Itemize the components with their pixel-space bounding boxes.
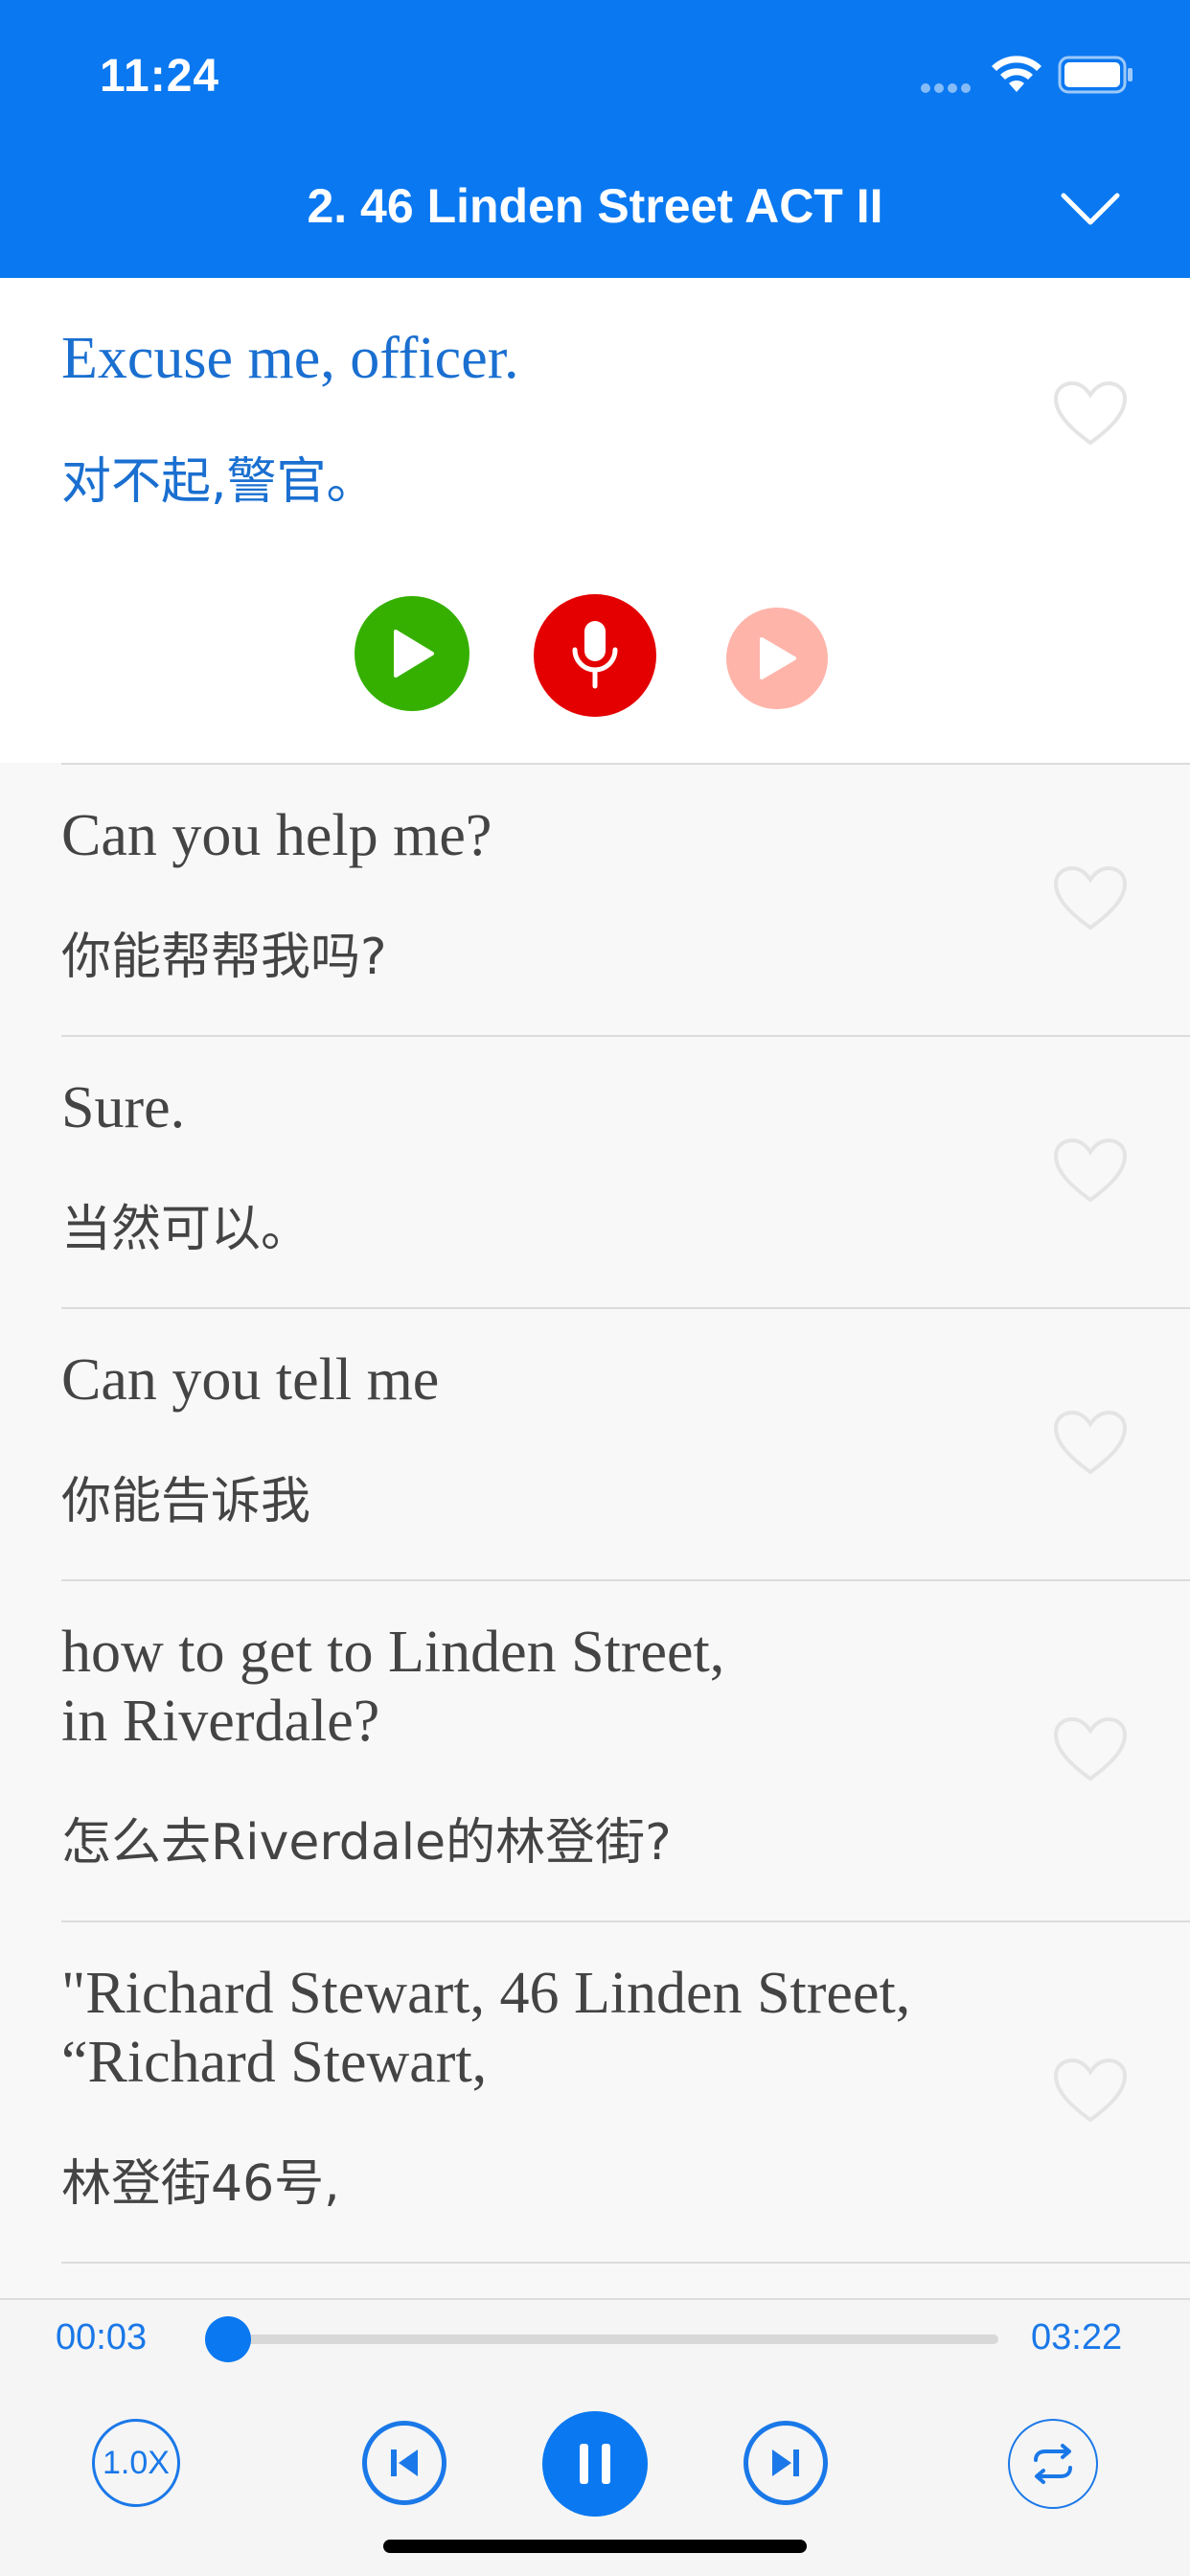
sentence-chinese: 你能帮帮我吗? [61,929,387,986]
repeat-button[interactable] [1008,2419,1098,2509]
sentence-english: Sure. [61,1075,186,1140]
pause-button[interactable] [542,2411,648,2517]
play-recording-button[interactable] [726,608,828,709]
favorite-heart-icon[interactable] [1052,864,1129,933]
favorite-heart-icon[interactable] [1052,1137,1129,1206]
microphone-icon [572,621,618,689]
list-item[interactable]: Can you help me? 你能帮帮我吗? [0,763,1190,1035]
favorite-heart-icon[interactable] [1052,1715,1129,1784]
skip-next-icon [772,2450,799,2476]
record-button[interactable] [534,594,656,717]
list-item[interactable]: "Richard Stewart, 46 Linden Street, “Ric… [0,1920,1190,2262]
list-item [0,2262,1190,2298]
battery-icon [1058,56,1133,94]
play-original-button[interactable] [355,596,469,711]
pause-icon [580,2444,610,2484]
favorite-heart-icon[interactable] [1052,2057,1129,2126]
favorite-heart-icon[interactable] [1052,1409,1129,1478]
play-icon [760,637,796,679]
progress-slider[interactable] [205,2316,998,2362]
divider [61,1579,1190,1581]
play-icon [394,630,434,678]
active-sentence-english: Excuse me, officer. [61,326,519,391]
playback-speed-button[interactable]: 1.0X [92,2419,180,2507]
sentence-english: "Richard Stewart, 46 Linden Street, “Ric… [61,1961,911,2095]
progress-knob[interactable] [205,2316,252,2362]
divider [61,1035,1190,1037]
header-bar: 11:24 2. 46 Linden Street ACT II [0,0,1190,278]
page-title: 2. 46 Linden Street ACT II [307,179,883,233]
list-item[interactable]: Sure. 当然可以。 [0,1035,1190,1307]
divider [61,2262,1190,2264]
divider [61,1920,1190,1922]
audio-player: 00:03 03:22 1.0X [0,2298,1190,2576]
sentence-english: Can you tell me [61,1347,440,1413]
skip-previous-icon [391,2450,418,2476]
favorite-heart-icon[interactable] [1052,380,1129,448]
chevron-down-icon[interactable] [1060,190,1121,228]
status-time: 11:24 [100,51,220,102]
active-sentence-card[interactable]: Excuse me, officer. 对不起,警官。 [0,278,1190,763]
list-item[interactable]: Can you tell me 你能告诉我 [0,1307,1190,1579]
sentence-chinese: 怎么去Riverdale的林登街? [61,1814,672,1872]
sentence-chinese: 当然可以。 [61,1201,311,1258]
current-time: 00:03 [56,2317,148,2358]
total-time: 03:22 [1031,2317,1123,2358]
sentence-chinese: 林登街46号, [61,2155,340,2213]
divider [61,763,1190,765]
home-indicator [383,2540,807,2553]
active-sentence-chinese: 对不起,警官。 [61,453,377,511]
wifi-icon [992,56,1041,92]
divider [61,1307,1190,1309]
sentence-english: Can you help me? [61,803,492,868]
previous-button[interactable] [362,2421,446,2505]
cellular-signal-icon [921,83,971,93]
list-item[interactable]: how to get to Linden Street, in Riverdal… [0,1579,1190,1920]
sentence-english: how to get to Linden Street, in Riverdal… [61,1620,725,1754]
next-button[interactable] [744,2421,828,2505]
sentence-chinese: 你能告诉我 [61,1473,311,1530]
repeat-icon [1034,2444,1072,2484]
sentence-list: Excuse me, officer. 对不起,警官。 Can you help… [0,278,1190,2298]
